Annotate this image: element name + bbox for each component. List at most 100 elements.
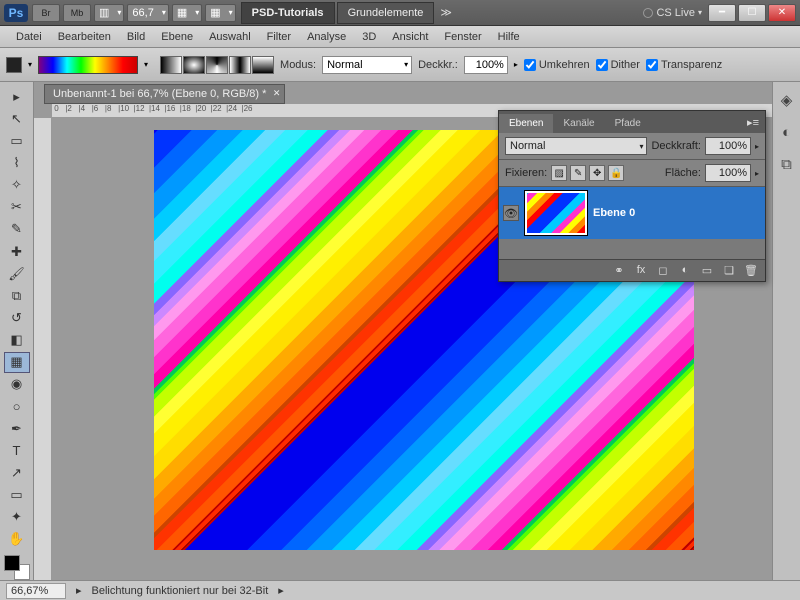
color-swatches[interactable] [4,555,30,580]
tab-kanaele[interactable]: Kanäle [553,114,604,133]
layer-name[interactable]: Ebene 0 [593,207,635,219]
lock-transparent-icon[interactable]: ▨ [551,165,567,181]
menu-filter[interactable]: Filter [259,28,299,46]
link-icon[interactable]: ⚭ [611,264,627,277]
adjustments-icon[interactable]: ◐ [777,122,797,142]
opacity-input[interactable]: 100% [464,56,508,74]
menu-auswahl[interactable]: Auswahl [201,28,259,46]
lock-all-icon[interactable]: 🔒 [608,165,624,181]
mode-select[interactable]: Normal [322,56,412,74]
eraser-tool[interactable]: ◧ [4,330,30,351]
gradient-preview[interactable] [38,56,138,74]
extras-dropdown[interactable]: ▦ [205,4,235,22]
group-icon[interactable]: ▭ [699,264,715,277]
mask-icon[interactable]: ◻ [655,264,671,277]
document-tab[interactable]: Unbenannt-1 bei 66,7% (Ebene 0, RGB/8) *… [44,84,285,104]
bridge-button[interactable]: Br [32,4,60,22]
gradient-diamond[interactable] [252,56,274,74]
ruler-vertical [34,118,52,580]
stamp-tool[interactable]: ⧉ [4,285,30,306]
fx-icon[interactable]: fx [633,264,649,277]
cslive-button[interactable]: CS Live▾ [643,7,702,19]
layer-row[interactable]: 👁 Ebene 0 [499,187,765,239]
menu-bild[interactable]: Bild [119,28,153,46]
brush-tool[interactable]: 🖌 [4,263,30,284]
hand-tool[interactable]: ✋ [4,529,30,550]
pen-tool[interactable]: ✒ [4,418,30,439]
gradient-radial[interactable] [183,56,205,74]
menu-hilfe[interactable]: Hilfe [490,28,528,46]
blend-mode-select[interactable]: Normal [505,137,647,155]
workspace-tab[interactable]: Grundelemente [337,2,435,24]
menu-3d[interactable]: 3D [354,28,384,46]
collapse-icon[interactable]: ▸ [4,86,30,107]
marquee-tool[interactable]: ▭ [4,130,30,151]
tab-pfade[interactable]: Pfade [605,114,651,133]
heal-tool[interactable]: ✚ [4,241,30,262]
lock-label: Fixieren: [505,167,547,179]
path-tool[interactable]: ↗ [4,462,30,483]
lock-pixels-icon[interactable]: ✎ [570,165,586,181]
minimize-button[interactable]: ━ [708,4,736,22]
visibility-icon[interactable]: 👁 [503,205,519,221]
close-button[interactable]: ✕ [768,4,796,22]
lasso-tool[interactable]: ⌇ [4,152,30,173]
screen-mode-dropdown[interactable]: ▥ [94,4,124,22]
layer-opacity-label: Deckkraft: [651,140,701,152]
type-tool[interactable]: T [4,440,30,461]
lock-position-icon[interactable]: ✥ [589,165,605,181]
transparency-checkbox[interactable]: Transparenz [646,59,722,71]
minibridge-button[interactable]: Mb [63,4,91,22]
shape-tool[interactable]: ▭ [4,485,30,506]
fill-label: Fläche: [665,167,701,179]
fill-input[interactable]: 100% [705,164,751,182]
dither-checkbox[interactable]: Dither [596,59,640,71]
menu-ansicht[interactable]: Ansicht [384,28,436,46]
styles-icon[interactable]: ⧉ [777,154,797,174]
panel-menu-icon[interactable]: ▸≡ [741,112,765,133]
layers-icon[interactable]: ◈ [777,90,797,110]
delete-icon[interactable]: 🗑 [743,264,759,277]
layer-opacity-input[interactable]: 100% [705,137,751,155]
wand-tool[interactable]: ✧ [4,175,30,196]
adjustment-icon[interactable]: ◐ [677,264,693,277]
gradient-reflected[interactable] [229,56,251,74]
reverse-checkbox[interactable]: Umkehren [524,59,590,71]
zoom-dropdown[interactable]: 66,7 [127,4,168,22]
menu-datei[interactable]: Datei [8,28,50,46]
status-message: Belichtung funktioniert nur bei 32-Bit [92,585,269,597]
menu-analyse[interactable]: Analyse [299,28,354,46]
arrange-dropdown[interactable]: ▦ [172,4,202,22]
3d-tool[interactable]: ✦ [4,507,30,528]
crop-tool[interactable]: ✂ [4,197,30,218]
dodge-tool[interactable]: ○ [4,396,30,417]
status-more-icon[interactable]: ▸ [278,584,284,597]
layers-panel: Ebenen Kanäle Pfade ▸≡ Normal Deckkraft:… [498,110,766,282]
eyedropper-tool[interactable]: ✎ [4,219,30,240]
gradient-angle[interactable] [206,56,228,74]
gradient-tool[interactable]: ▦ [4,352,30,373]
workspace-tab-active[interactable]: PSD-Tutorials [241,2,335,24]
more-workspaces[interactable]: ≫ [434,6,458,19]
gradient-linear[interactable] [160,56,182,74]
layer-thumbnail[interactable] [525,191,587,235]
right-dock: ◈ ◐ ⧉ [772,82,800,580]
close-icon[interactable]: ✕ [273,88,281,99]
tab-ebenen[interactable]: Ebenen [499,114,553,133]
app-logo: Ps [4,4,28,22]
menu-fenster[interactable]: Fenster [436,28,489,46]
status-bar: 66,67% ▸ Belichtung funktioniert nur bei… [0,580,800,600]
history-brush-tool[interactable]: ↺ [4,307,30,328]
tool-preset[interactable] [6,57,22,73]
layer-list: 👁 Ebene 0 [499,187,765,259]
maximize-button[interactable]: ☐ [738,4,766,22]
menu-bearbeiten[interactable]: Bearbeiten [50,28,119,46]
move-tool[interactable]: ↖ [4,108,30,129]
blur-tool[interactable]: ◉ [4,374,30,395]
menu-ebene[interactable]: Ebene [153,28,201,46]
tools-panel: ▸ ↖ ▭ ⌇ ✧ ✂ ✎ ✚ 🖌 ⧉ ↺ ◧ ▦ ◉ ○ ✒ T ↗ ▭ ✦ … [0,82,34,580]
zoom-input[interactable]: 66,67% [6,583,66,599]
status-arrow-icon[interactable]: ▸ [76,584,82,597]
opacity-label: Deckkr.: [418,59,458,71]
new-layer-icon[interactable]: ❏ [721,264,737,277]
